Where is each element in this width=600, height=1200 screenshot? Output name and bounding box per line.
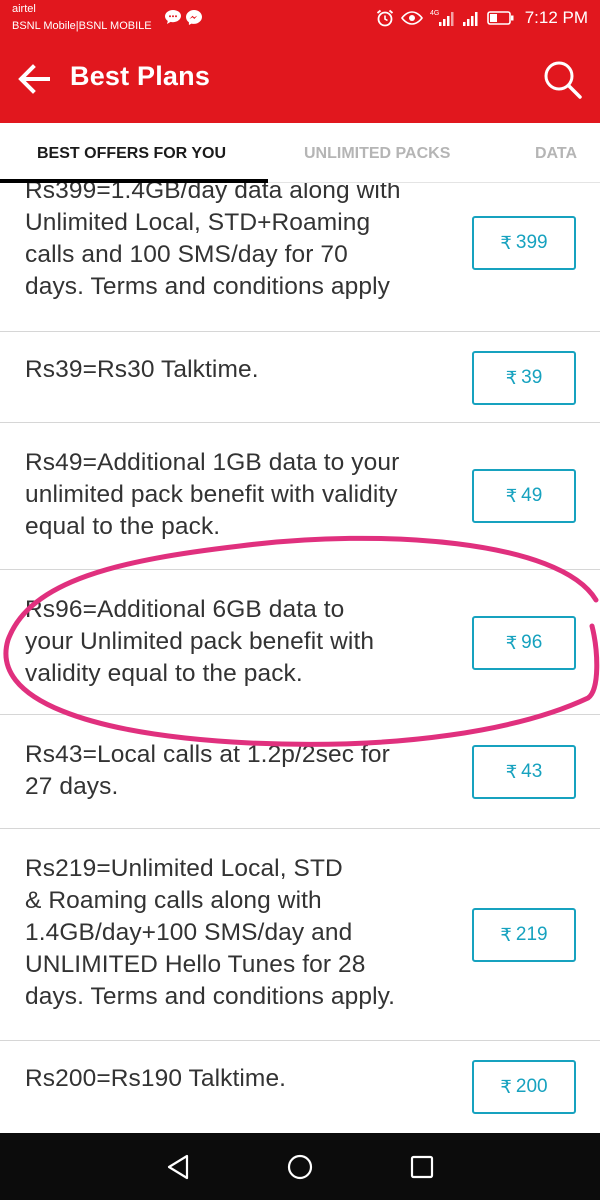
- plan-row: Rs200=Rs190 Talktime. ₹200: [0, 1041, 600, 1133]
- back-arrow-icon: [18, 64, 50, 94]
- price-value: 96: [521, 632, 543, 653]
- plan-description: Rs43=Local calls at 1.2p/2sec for 27 days…: [25, 741, 390, 800]
- plan-row: Rs39=Rs30 Talktime. ₹39: [0, 332, 600, 423]
- price-value: 49: [521, 485, 543, 506]
- plan-description: Rs49=Additional 1GB data to your unlimite…: [25, 449, 400, 540]
- plan-description: Rs39=Rs30 Talktime.: [25, 356, 259, 383]
- plan-list[interactable]: Rs399=1.4GB/day data along with Unlimited…: [0, 183, 600, 1133]
- rupee-icon: ₹: [505, 367, 518, 388]
- price-button[interactable]: ₹96: [472, 616, 576, 670]
- status-time: 7:12 PM: [524, 8, 588, 27]
- square-recents-icon: [410, 1155, 434, 1179]
- rupee-icon: ₹: [505, 632, 518, 653]
- plan-description: Rs399=1.4GB/day data along with Unlimited…: [25, 183, 401, 300]
- nav-home-button[interactable]: [284, 1151, 316, 1183]
- signal-4g-icon: 4G: [430, 10, 454, 26]
- nav-recents-button[interactable]: [406, 1151, 438, 1183]
- tab-best-offers[interactable]: BEST OFFERS FOR YOU: [37, 145, 226, 163]
- rupee-icon: ₹: [505, 485, 518, 506]
- price-value: 43: [521, 761, 543, 782]
- status-bar: airtel BSNL Mobile|BSNL MOBILE 4G 7:12 P…: [0, 0, 600, 37]
- carrier-secondary: BSNL Mobile|BSNL MOBILE: [12, 20, 152, 32]
- plan-row: Rs49=Additional 1GB data to your unlimite…: [0, 423, 600, 570]
- price-button[interactable]: ₹399: [472, 216, 576, 270]
- price-button[interactable]: ₹219: [472, 908, 576, 962]
- circle-home-icon: [287, 1154, 313, 1180]
- alarm-icon: [376, 9, 393, 27]
- price-value: 39: [521, 367, 543, 388]
- search-button[interactable]: [540, 57, 584, 101]
- price-button[interactable]: ₹39: [472, 351, 576, 405]
- back-button[interactable]: [14, 59, 54, 99]
- app-bar: Best Plans: [0, 37, 600, 123]
- rupee-icon: ₹: [500, 1076, 512, 1097]
- tab-bar: BEST OFFERS FOR YOU UNLIMITED PACKS DATA: [0, 123, 600, 183]
- plan-row: Rs43=Local calls at 1.2p/2sec for 27 days…: [0, 715, 600, 829]
- notification-icons: [164, 9, 203, 25]
- plan-description: Rs200=Rs190 Talktime.: [25, 1065, 287, 1092]
- plan-description: Rs219=Unlimited Local, STD & Roaming call…: [25, 855, 396, 1010]
- search-icon: [544, 61, 582, 99]
- navigation-bar: [0, 1133, 600, 1200]
- price-value: 200: [515, 1076, 548, 1097]
- status-icons: 4G 7:12 PM: [375, 6, 588, 30]
- rupee-icon: ₹: [500, 232, 512, 253]
- page-title: Best Plans: [70, 61, 211, 91]
- messenger-icon: [186, 10, 202, 25]
- plan-description: Rs96=Additional 6GB data to your Unlimite…: [25, 596, 375, 687]
- triangle-back-icon: [167, 1154, 189, 1180]
- tab-unlimited-packs[interactable]: UNLIMITED PACKS: [304, 145, 450, 163]
- price-button[interactable]: ₹200: [472, 1060, 576, 1114]
- carrier-primary: airtel: [12, 3, 36, 15]
- eye-icon: [400, 11, 423, 25]
- price-value: 399: [515, 232, 548, 253]
- tab-data[interactable]: DATA: [535, 145, 577, 163]
- price-button[interactable]: ₹49: [472, 469, 576, 523]
- message-bubble-icon: [165, 10, 181, 24]
- price-button[interactable]: ₹43: [472, 745, 576, 799]
- battery-icon: [486, 11, 514, 25]
- signal-icon: [462, 12, 478, 26]
- price-value: 219: [515, 924, 548, 945]
- rupee-icon: ₹: [505, 761, 518, 782]
- svg-text:4G: 4G: [430, 10, 439, 17]
- plan-row: Rs96=Additional 6GB data to your Unlimite…: [0, 570, 600, 715]
- plan-row: Rs399=1.4GB/day data along with Unlimited…: [0, 183, 600, 332]
- rupee-icon: ₹: [500, 924, 512, 945]
- plan-row: Rs219=Unlimited Local, STD & Roaming call…: [0, 829, 600, 1041]
- nav-back-button[interactable]: [163, 1151, 195, 1183]
